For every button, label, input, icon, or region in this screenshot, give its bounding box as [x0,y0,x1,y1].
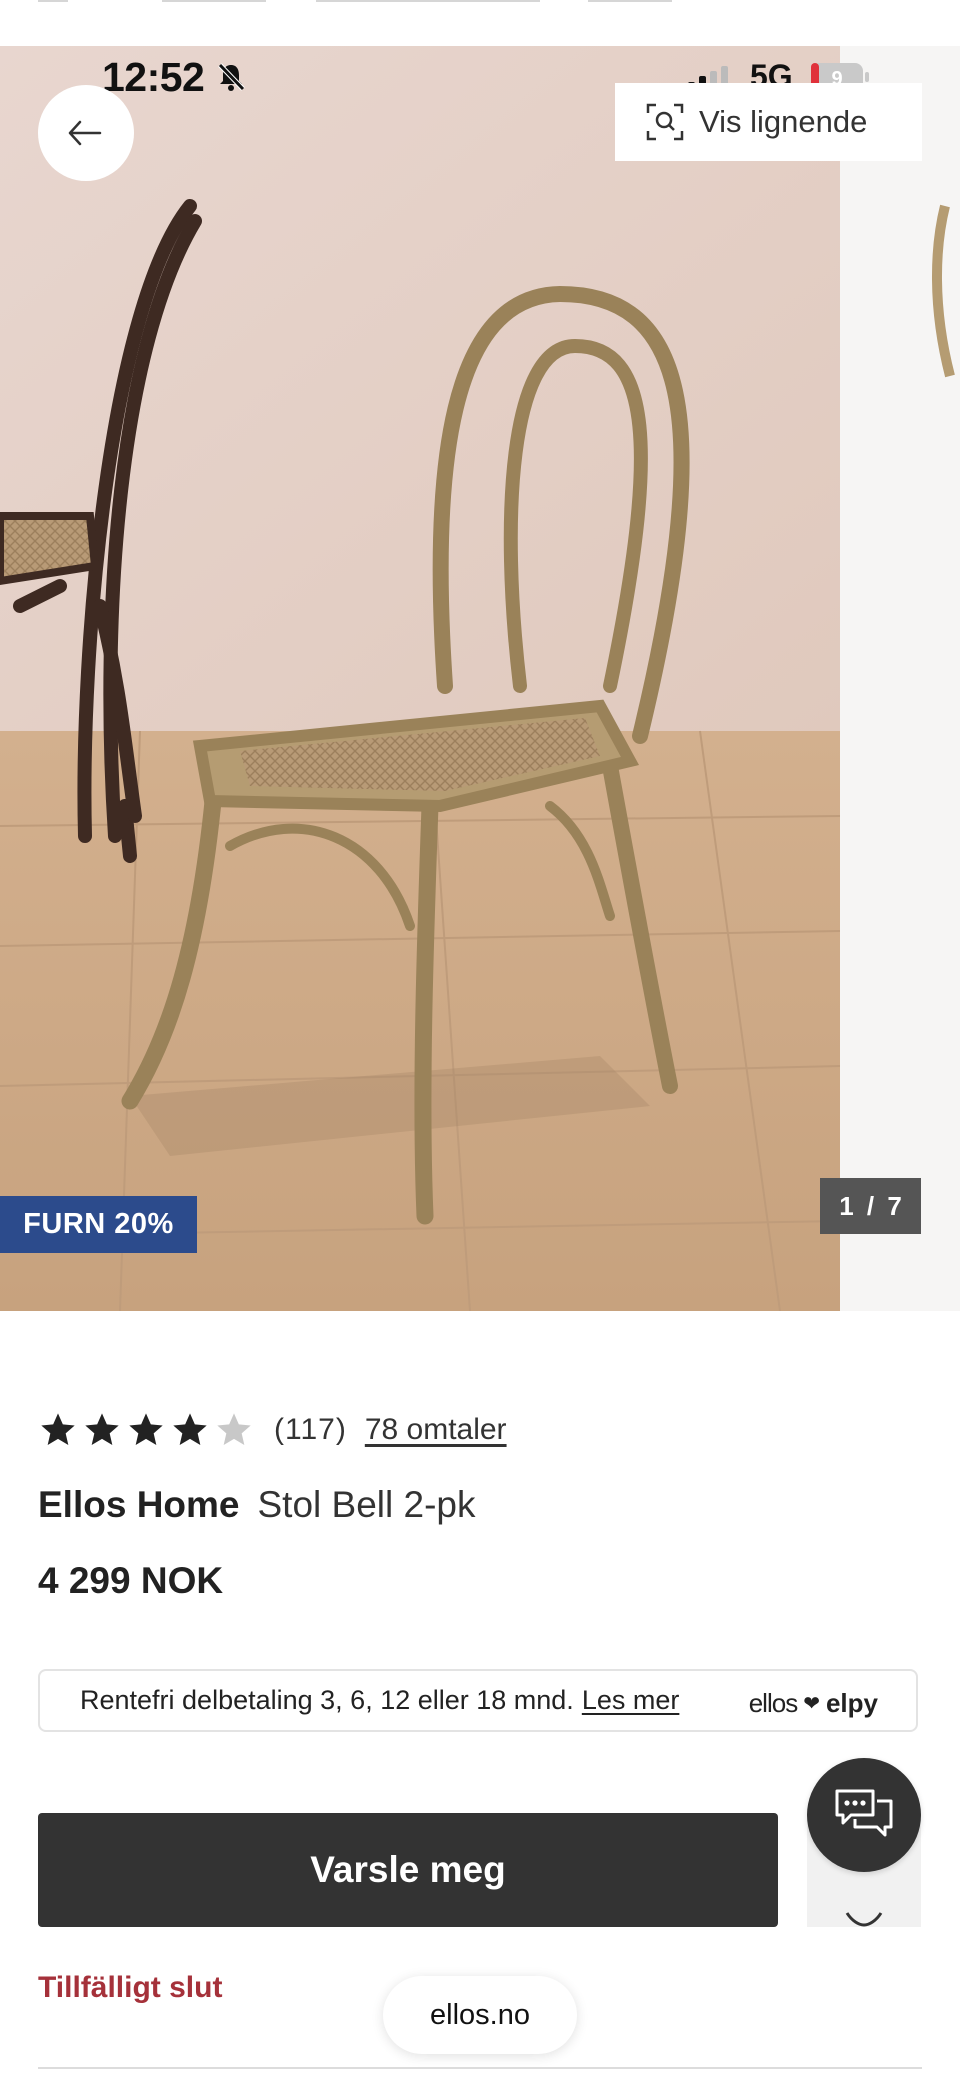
bell-slash-icon [216,62,246,97]
arrow-left-icon [68,120,102,146]
product-image-gallery[interactable] [0,46,960,1311]
stock-status: Tillfälligt slut [38,1971,223,2004]
strip-segment [38,0,68,2]
chat-button[interactable] [807,1758,921,1872]
next-image-peek[interactable] [840,46,960,1311]
logo-elpy: elpy [825,1688,878,1718]
logo-ellos: ellos [748,1688,798,1718]
product-brand: Ellos Home [38,1484,240,1525]
similar-products-button[interactable]: Vis lignende [615,83,922,161]
rating-count: (117) [274,1413,347,1446]
rating-stars [38,1410,254,1450]
product-price: 4 299 NOK [38,1560,224,1601]
strip-segment [588,0,672,2]
back-button[interactable] [38,85,134,181]
product-name: Stol Bell 2-pk [257,1484,476,1525]
similar-products-label: Vis lignende [699,104,868,139]
star-empty-icon [217,1413,251,1445]
star-icon [129,1413,163,1445]
product-title: Ellos Home Stol Bell 2-pk [38,1484,476,1526]
star-icon [41,1413,75,1445]
heart-icon: ❤ [803,1693,820,1715]
reviews-link[interactable]: 78 omtaler [365,1413,507,1447]
chat-bubbles-icon [835,1789,893,1837]
installment-banner: Rentefri delbetaling 3, 6, 12 eller 18 m… [38,1669,918,1732]
installment-text: Rentefri delbetaling 3, 6, 12 eller 18 m… [80,1685,574,1715]
rating-row: (117) 78 omtaler [38,1405,507,1455]
product-photo[interactable] [0,46,840,1311]
strip-segment [162,0,266,2]
status-time: 12:52 [102,54,205,100]
star-icon [173,1413,207,1445]
ellos-elpy-logo: ellos ❤ elpy [749,1688,878,1719]
read-more-link[interactable]: Les mer [582,1685,680,1716]
star-icon [85,1413,119,1445]
top-scroll-strip [0,0,960,46]
browser-url-pill[interactable]: ellos.no [383,1976,577,2054]
promo-badge: FURN 20% [0,1196,197,1253]
visual-search-icon [646,103,684,141]
strip-segment [316,0,540,2]
section-divider [38,2067,922,2069]
image-counter: 1 / 7 [820,1178,921,1234]
notify-me-button[interactable]: Varsle meg [38,1813,778,1927]
